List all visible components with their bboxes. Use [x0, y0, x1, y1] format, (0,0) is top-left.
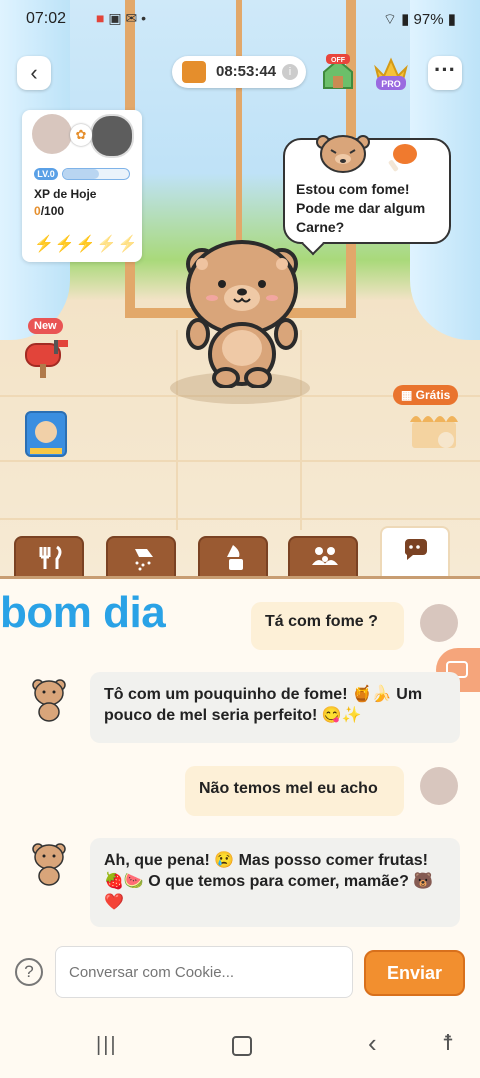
- house-off-icon[interactable]: OFF: [320, 54, 356, 90]
- bear-pet[interactable]: [182, 236, 302, 388]
- toilet-icon: [227, 545, 243, 570]
- pet-speech-bubble: Estou com fome! Pode me dar algum Carne?: [283, 135, 451, 256]
- bear-avatar: [32, 679, 66, 722]
- lightning-icon: ⚡: [54, 236, 76, 253]
- overlay-caption: bom dia: [0, 588, 166, 637]
- wifi-icon: ⌔: [382, 11, 397, 28]
- more-options-button[interactable]: ···: [428, 56, 462, 90]
- notification-icons: ■ ▣ ✉ •: [96, 10, 146, 27]
- level-progress-fill: [63, 169, 100, 179]
- xp-total: /100: [40, 204, 65, 218]
- user-avatar: [420, 767, 458, 805]
- tab-shower[interactable]: [106, 536, 176, 578]
- user-avatar: [420, 604, 458, 642]
- chat-message-user: Não temos mel eu acho: [185, 766, 404, 816]
- android-nav-bar: ||| ‹ ☨: [0, 1022, 480, 1078]
- level-progress-bar: [62, 168, 130, 180]
- send-button[interactable]: Enviar: [364, 950, 465, 996]
- lightning-icon: ⚡: [96, 236, 118, 253]
- xp-value: 0/100: [34, 204, 64, 218]
- off-badge: OFF: [331, 57, 346, 64]
- xp-card[interactable]: ✿ LV.0 XP de Hoje 0/100 ⚡⚡⚡⚡⚡: [22, 110, 142, 262]
- bubble-text: Estou com fome! Pode me dar algum Carne?: [296, 181, 426, 235]
- messenger-icon: ✉: [125, 10, 138, 26]
- chat-message-user: Tá com fome ?: [251, 602, 404, 650]
- chat-message-pet: Ah, que pena! 😢 Mas posso comer frutas! …: [90, 838, 460, 927]
- chat-bubbles-icon: [404, 539, 427, 560]
- album-book-icon[interactable]: [24, 410, 68, 458]
- shop-stall-icon[interactable]: [408, 408, 460, 450]
- gift-icon: ▦: [401, 388, 416, 402]
- accessibility-icon[interactable]: ☨: [442, 1030, 454, 1056]
- hungry-bear-icon: [316, 135, 370, 173]
- xp-current: 0: [34, 204, 41, 218]
- level-badge: LV.0: [34, 168, 58, 180]
- chat-message-pet: Tô com um pouquinho de fome! 🍯🍌 Um pouco…: [90, 672, 460, 743]
- mailbox-icon[interactable]: [24, 336, 70, 378]
- meat-drumstick-icon: [388, 144, 417, 172]
- bear-avatar: [32, 843, 66, 886]
- pro-crown-icon[interactable]: PRO: [372, 54, 410, 92]
- pro-badge: PRO: [381, 79, 401, 89]
- timer-value: 08:53:44: [216, 63, 277, 80]
- info-icon[interactable]: i: [282, 64, 298, 80]
- xp-label: XP de Hoje: [34, 187, 97, 201]
- energy-bolts: ⚡⚡⚡⚡⚡: [34, 234, 139, 254]
- video-icon: ■: [96, 10, 105, 26]
- signal-icon: ▮: [401, 11, 410, 28]
- tab-family[interactable]: [288, 536, 358, 578]
- chat-input-row: ? Enviar: [0, 944, 480, 1004]
- floor-line: [0, 460, 480, 462]
- chevron-left-icon: ‹: [30, 60, 38, 85]
- chat-input[interactable]: [55, 946, 353, 998]
- new-badge: New: [28, 318, 63, 334]
- free-badge: ▦ Grátis: [393, 385, 459, 405]
- partner-avatar: [90, 114, 134, 158]
- tab-food[interactable]: [14, 536, 84, 578]
- status-right: ⌔ ▮ 97% ▮: [383, 10, 456, 29]
- home-icon[interactable]: [232, 1036, 252, 1056]
- battery-icon: ▮: [447, 11, 456, 28]
- battery-percent: 97%: [413, 11, 444, 28]
- user-avatar: [32, 114, 72, 154]
- tab-chat[interactable]: [380, 526, 450, 578]
- paw-icon: ✿: [70, 124, 92, 146]
- floor-line: [0, 518, 480, 520]
- dots-icon: ···: [434, 57, 456, 82]
- lightning-icon: ⚡: [117, 236, 139, 253]
- clock: 07:02: [26, 10, 67, 27]
- status-bar: 07:02 ■ ▣ ✉ • ⌔ ▮ 97% ▮: [0, 0, 480, 38]
- tab-toilet[interactable]: [198, 536, 268, 578]
- lightning-icon: ⚡: [75, 236, 97, 253]
- dot-icon: •: [141, 10, 147, 26]
- door-exit-icon: [182, 61, 206, 83]
- people-icon: [312, 547, 338, 565]
- timer-pill[interactable]: 08:53:44 i: [172, 56, 306, 88]
- help-icon[interactable]: ?: [15, 958, 43, 986]
- fork-knife-icon: [39, 545, 62, 569]
- free-label: Grátis: [415, 388, 451, 402]
- photos-icon: ▣: [108, 10, 122, 26]
- shower-icon: [135, 549, 153, 571]
- recent-apps-icon[interactable]: |||: [96, 1034, 118, 1057]
- floor-line: [176, 330, 178, 530]
- lightning-icon: ⚡: [34, 236, 55, 253]
- back-button[interactable]: ‹: [17, 56, 51, 90]
- back-nav-icon[interactable]: ‹: [368, 1028, 377, 1059]
